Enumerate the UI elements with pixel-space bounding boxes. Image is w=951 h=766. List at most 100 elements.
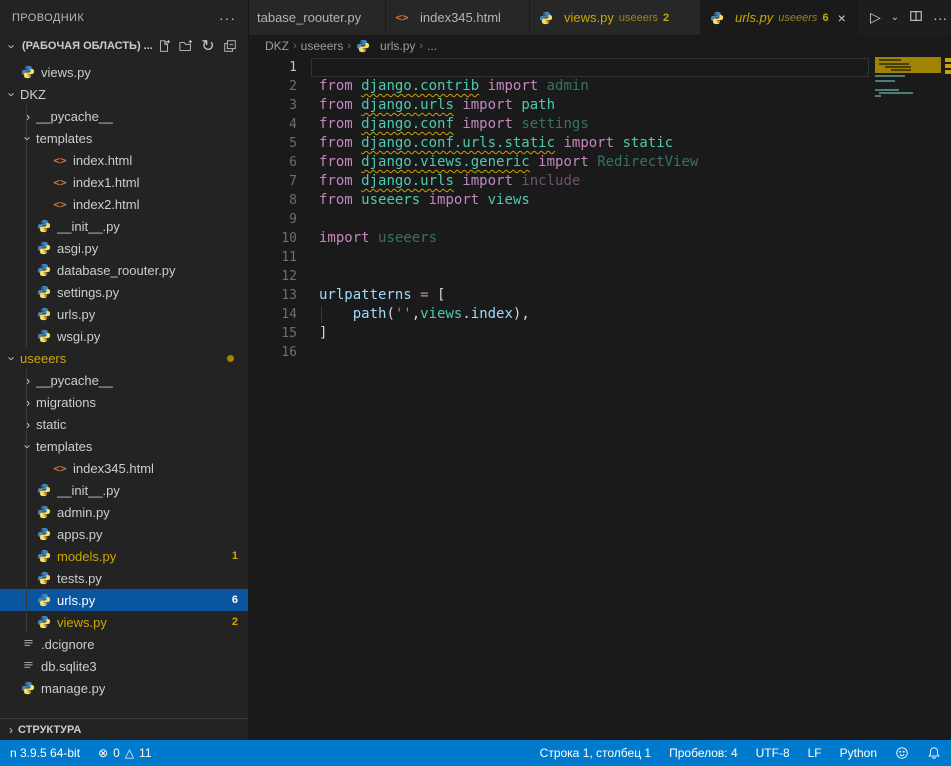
tree-item-models-py[interactable]: models.py1 [0,545,248,567]
code-line-7[interactable]: 7from django.urls import include [249,172,951,191]
html-file-icon: <> [52,152,68,168]
error-icon: ⊗ [98,746,108,760]
language-mode-status[interactable]: Python [840,746,877,760]
indentation-status[interactable]: Пробелов: 4 [669,746,738,760]
code-line-8[interactable]: 8from useeers import views [249,191,951,210]
run-python-file-icon[interactable]: ▷ [870,9,881,26]
tree-item-urls-py[interactable]: urls.py [0,303,248,325]
html-file-icon: <> [52,460,68,476]
tree-item-manage-py[interactable]: manage.py [0,677,248,699]
code-line-16[interactable]: 16 [249,343,951,362]
tree-item--dcignore[interactable]: .dcignore [0,633,248,655]
python-interpreter-status[interactable]: n 3.9.5 64-bit [10,746,80,760]
tree-item-urls-py[interactable]: urls.py6 [0,589,248,611]
code-line-3[interactable]: 3from django.urls import path [249,96,951,115]
code-line-text: from django.urls import include [297,172,580,191]
tree-item-views-py[interactable]: views.py2 [0,611,248,633]
refresh-icon[interactable]: ↻ [198,36,218,56]
close-icon[interactable]: × [838,10,846,26]
tree-item--init-py[interactable]: __init__.py [0,479,248,501]
split-editor-icon[interactable] [909,9,923,26]
breadcrumb-item--[interactable]: ... [427,39,437,53]
new-file-icon[interactable] [154,36,174,56]
code-line-11[interactable]: 11 [249,248,951,267]
code-token: import [563,135,614,151]
chevron-right-icon: › [20,373,36,388]
tree-item-db-sqlite3[interactable]: db.sqlite3 [0,655,248,677]
tree-item-settings-py[interactable]: settings.py [0,281,248,303]
breadcrumb-item-useeers[interactable]: useeers [301,39,344,53]
tree-folder-templates[interactable]: ›templates [0,435,248,457]
tree-folder--pycache-[interactable]: ›__pycache__ [0,369,248,391]
run-dropdown-chevron-icon[interactable]: ⌄ [891,12,899,23]
new-folder-icon[interactable] [176,36,196,56]
eol-status[interactable]: LF [808,746,822,760]
code-token [420,192,428,208]
code-line-13[interactable]: 13urlpatterns = [ [249,286,951,305]
tree-item-label: DKZ [20,87,46,102]
breadcrumb-item-urls-py[interactable]: urls.py [355,38,415,54]
code-line-10[interactable]: 10import useeers [249,229,951,248]
encoding-status[interactable]: UTF-8 [756,746,790,760]
code-token: ), [513,306,530,322]
tab-urls-py[interactable]: urls.pyuseeers6× [701,0,858,35]
python-file-icon [36,548,52,564]
code-line-4[interactable]: 4from django.conf import settings [249,115,951,134]
workspace-section-header[interactable]: › (РАБОЧАЯ ОБЛАСТЬ) ... ↻ [0,35,248,57]
tree-item-asgi-py[interactable]: asgi.py [0,237,248,259]
chevron-down-icon: › [5,350,20,366]
code-token: from [319,173,353,189]
code-line-12[interactable]: 12 [249,267,951,286]
tree-item-wsgi-py[interactable]: wsgi.py [0,325,248,347]
breadcrumb-item-dkz[interactable]: DKZ [265,39,289,53]
collapse-all-icon[interactable] [220,36,240,56]
code-line-15[interactable]: 15] [249,324,951,343]
code-line-2[interactable]: 2from django.contrib import admin [249,77,951,96]
code-line-5[interactable]: 5from django.conf.urls.static import sta… [249,134,951,153]
tree-item-label: asgi.py [57,241,98,256]
tree-item-index-html[interactable]: <>index.html [0,149,248,171]
tree-item-admin-py[interactable]: admin.py [0,501,248,523]
tree-folder-dkz[interactable]: ›DKZ [0,83,248,105]
minimap-code-mark [879,92,913,94]
cursor-position-status[interactable]: Строка 1, столбец 1 [540,746,651,760]
code-line-text: ] [297,324,327,343]
code-token: from [319,135,353,151]
code-editor[interactable]: 12from django.contrib import admin3from … [249,57,951,362]
file-tree: views.py›DKZ›__pycache__›templates<>inde… [0,57,248,699]
python-file-icon [36,526,52,542]
feedback-icon[interactable] [895,746,909,760]
tree-item-database-roouter-py[interactable]: database_roouter.py [0,259,248,281]
more-actions-icon[interactable]: ··· [933,10,947,26]
code-token: from [319,97,353,113]
tree-folder-templates[interactable]: ›templates [0,127,248,149]
tree-folder-static[interactable]: ›static [0,413,248,435]
code-line-1[interactable]: 1 [249,58,951,77]
tree-item-apps-py[interactable]: apps.py [0,523,248,545]
code-token: RedirectView [597,154,698,170]
tree-item-index2-html[interactable]: <>index2.html [0,193,248,215]
chevron-right-icon: › [4,723,18,737]
tree-item--init-py[interactable]: __init__.py [0,215,248,237]
outline-section-header[interactable]: › СТРУКТУРА [0,718,248,740]
code-line-9[interactable]: 9 [249,210,951,229]
code-line-6[interactable]: 6from django.views.generic import Redire… [249,153,951,172]
tab-views-py[interactable]: views.pyuseeers2 [530,0,701,35]
tree-item-views-py[interactable]: views.py [0,61,248,83]
code-line-14[interactable]: 14 path('',views.index), [249,305,951,324]
tree-folder-migrations[interactable]: ›migrations [0,391,248,413]
tree-item-index1-html[interactable]: <>index1.html [0,171,248,193]
problems-status[interactable]: ⊗ 0 △ 11 [98,746,151,760]
minimap[interactable] [875,57,945,187]
overview-ruler[interactable] [945,57,951,257]
editor-actions: ▷ ⌄ ··· [858,0,951,35]
tree-folder-useeers[interactable]: ›useeers [0,347,248,369]
tree-item-index345-html[interactable]: <>index345.html [0,457,248,479]
tree-folder--pycache-[interactable]: ›__pycache__ [0,105,248,127]
tree-item-tests-py[interactable]: tests.py [0,567,248,589]
explorer-more-actions-icon[interactable]: ··· [219,10,236,26]
tree-item-label: templates [36,439,92,454]
notifications-bell-icon[interactable] [927,746,941,760]
tab-tabase-roouter-py[interactable]: tabase_roouter.py [249,0,386,35]
tab-index345-html[interactable]: <>index345.html [386,0,530,35]
